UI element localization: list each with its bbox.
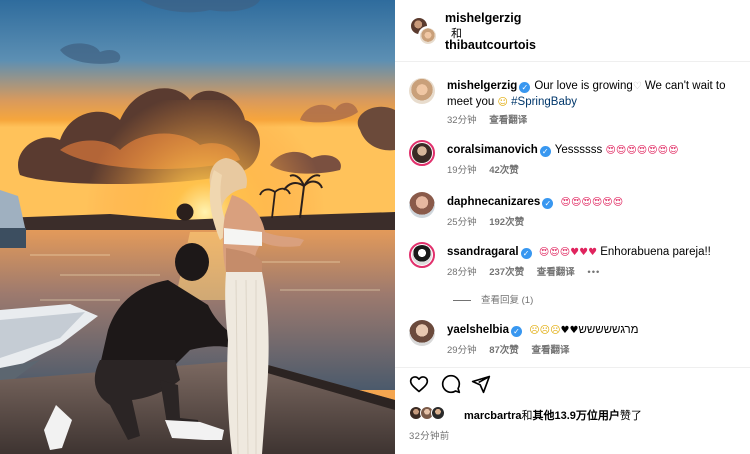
heart-eyes-emoji-icon: 😍 [581,197,592,208]
sunset-photo-illustration [0,0,395,454]
comment-meta: 28分钟 237次赞 查看翻译 ••• [447,264,610,278]
heart-eyes-emoji-icon: 😍 [605,145,616,156]
caption-username[interactable]: mishelgerzig [447,80,517,92]
coauthor-username[interactable]: thibautcourtois [445,38,536,52]
view-replies-link[interactable]: 查看回复 (1) [453,292,533,306]
avatar[interactable] [409,320,435,346]
caption-text: mishelgerzig ✓ Our love is growing♡ We can… [447,78,742,110]
more-options-icon[interactable]: ••• [587,267,600,278]
red-heart-emoji-icon: ♥ [588,247,598,258]
heart-eyes-emoji-icon: 😍 [626,145,637,156]
heart-eyes-emoji-icon: 😍 [647,145,658,156]
comment-username[interactable]: coralsimanovich [447,144,538,156]
comment-meta: 25分钟 192次赞 [447,214,534,228]
white-heart-icon: ♡ [632,81,642,92]
caption-body: Our love is growing [534,80,633,92]
hashtag-link[interactable]: #SpringBaby [511,96,577,108]
comment-text: daphnecanizares ✓ 😍😍😍😍😍😍 [447,194,742,210]
post-actions: marcbartra和其他13.9万位用户赞了 32分钟前 [395,367,750,454]
black-heart-emoji-icon: ♥ [560,325,570,336]
heart-eyes-emoji-icon: 😍 [560,197,571,208]
likes-joiner: 和 [521,410,533,422]
post-timestamp[interactable]: 32分钟前 [409,428,450,442]
comment-username[interactable]: daphnecanizares [447,196,540,208]
comment-likes[interactable]: 237次赞 [489,267,524,278]
comment-likes[interactable]: 192次赞 [489,217,524,228]
heart-eyes-emoji-icon: 😍 [559,247,571,258]
avatar[interactable] [409,242,435,268]
face-emoji-icon: ☺ [497,97,508,108]
comment-time[interactable]: 19分钟 [447,165,477,176]
post-header: mishelgerzig 和 thibautcourtois [395,0,750,62]
heart-eyes-emoji-icon: 😍 [538,247,550,258]
comment-likes[interactable]: 42次赞 [489,165,519,176]
verified-badge-icon: ✓ [520,248,532,259]
heart-outline-icon[interactable] [409,374,429,394]
heart-eyes-emoji-icon: 😍 [549,247,560,258]
heart-eyes-emoji-icon: 😍 [612,197,624,208]
heart-eyes-emoji-icon: 😍 [615,145,627,156]
comment-time[interactable]: 25分钟 [447,217,477,228]
other-likers-link[interactable]: 其他13.9万位用户 [532,410,619,422]
see-translation-link[interactable]: 查看翻译 [531,345,569,356]
red-heart-emoji-icon: ♥ [579,247,589,258]
comment-text: ssandragaral ✓ 😍😍😍♥♥♥ Enhorabuena pareja!… [447,244,742,260]
collab-avatars[interactable] [409,16,438,46]
comment-text: coralsimanovich ✓ Yessssss 😍😍😍😍😍😍😍 [447,142,742,158]
verified-badge-icon: ✓ [519,82,531,93]
caption-time[interactable]: 32分钟 [447,115,477,126]
post-details-panel: mishelgerzig 和 thibautcourtois mishelger… [395,0,750,454]
pleading-face-emoji-icon: ☹ [529,325,540,336]
replies-divider [453,299,471,301]
heart-eyes-emoji-icon: 😍 [668,145,679,156]
heart-eyes-emoji-icon: 😍 [636,145,648,156]
heart-eyes-emoji-icon: 😍 [657,145,669,156]
avatar [431,406,445,420]
comment-time[interactable]: 29分钟 [447,345,477,356]
see-translation-link[interactable]: 查看翻译 [537,267,575,278]
comment-meta: 29分钟 87次赞 查看翻译 [447,342,579,356]
view-replies-label: 查看回复 (1) [481,295,534,306]
heart-eyes-emoji-icon: 😍 [602,197,613,208]
paper-plane-icon[interactable] [471,374,491,394]
heart-eyes-emoji-icon: 😍 [570,197,582,208]
verified-badge-icon: ✓ [511,326,523,337]
comment-username[interactable]: ssandragaral [447,246,519,258]
comment-meta: 19分钟 42次赞 [447,162,529,176]
avatar[interactable] [409,78,435,104]
caption-meta: 32分钟 查看翻译 [447,112,537,126]
comment-body: Yessssss [554,144,603,156]
likes-text: marcbartra和其他13.9万位用户赞了 [464,407,642,423]
comment-time[interactable]: 28分钟 [447,267,477,278]
red-heart-emoji-icon: ♥ [570,247,580,258]
avatar[interactable] [409,140,435,166]
comment-body: מרגששששש [578,324,639,336]
comments-list[interactable]: mishelgerzig ✓ Our love is growing♡ We can… [395,62,750,367]
pleading-face-emoji-icon: ☹ [550,325,561,336]
comment-text: yaelshelbia ✓ ☹☹☹♥♥מרגששששש [447,322,742,338]
verified-badge-icon: ✓ [539,146,551,157]
avatar[interactable] [418,26,438,46]
comment-bubble-icon[interactable] [441,374,461,394]
comment-username[interactable]: yaelshelbia [447,324,509,336]
verified-badge-icon: ✓ [542,198,554,209]
avatar[interactable] [409,192,435,218]
post-photo[interactable] [0,0,395,454]
first-liker-username[interactable]: marcbartra [464,410,521,422]
comment-likes[interactable]: 87次赞 [489,345,519,356]
see-translation-link[interactable]: 查看翻译 [489,115,527,126]
comment-body: Enhorabuena pareja!! [600,246,711,258]
pleading-face-emoji-icon: ☹ [539,325,551,336]
likes-suffix: 赞了 [619,410,642,422]
heart-eyes-emoji-icon: 😍 [591,197,603,208]
author-username[interactable]: mishelgerzig [445,11,521,25]
